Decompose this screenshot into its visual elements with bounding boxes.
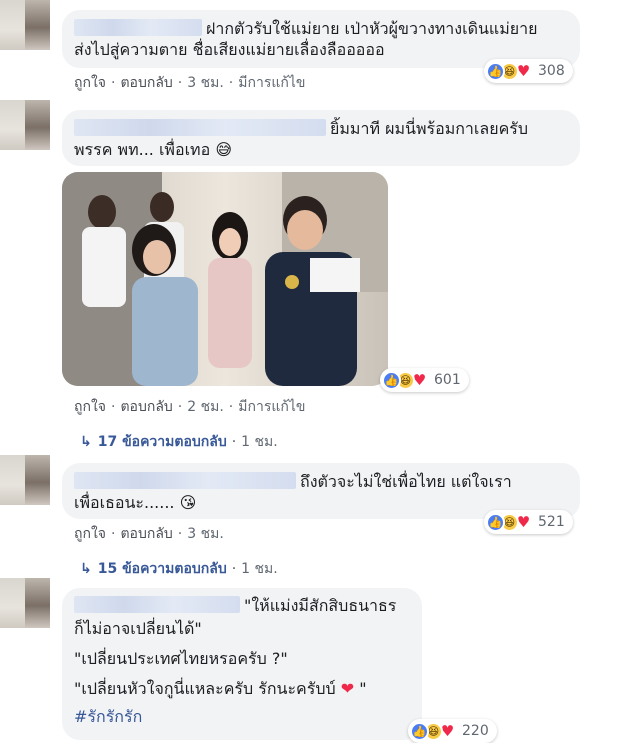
emoji-icon: 😅 <box>215 140 232 159</box>
commenter-avatar[interactable] <box>0 578 50 628</box>
reply-arrow-icon: ↳ <box>80 561 92 577</box>
view-replies[interactable]: ↳ 15 ข้อความตอบกลับ · 1 ชม. <box>80 558 278 580</box>
reaction-summary[interactable]: 👍 😆 ♥ 521 <box>484 510 573 534</box>
comment-actions: ถูกใจ · ตอบกลับ · 3 ชม. <box>74 526 224 542</box>
redacted-name[interactable] <box>74 596 240 613</box>
timestamp[interactable]: 3 ชม. <box>187 75 224 91</box>
reaction-count: 220 <box>462 723 489 739</box>
commenter-avatar[interactable] <box>0 455 50 505</box>
edited-label: มีการแก้ไข <box>238 75 306 91</box>
timestamp[interactable]: 3 ชม. <box>187 526 224 542</box>
comment-text: ยิ้มมาที ผมนี่พร้อมกาเลยครับ <box>330 119 529 138</box>
reaction-count: 308 <box>538 63 565 79</box>
comment-text: ถึงตัวจะไม่ใช่เพื่อไทย แต่ใจเรา <box>300 472 512 491</box>
replies-count-link[interactable]: 15 ข้อความตอบกลับ <box>98 561 227 577</box>
comment-text: "เปลี่ยนหัวใจกูนี่แหละครับ รักนะครับบ์ <box>74 679 336 698</box>
like-icon: 👍 <box>486 512 505 532</box>
comment-photo[interactable] <box>62 172 388 386</box>
reply-link[interactable]: ตอบกลับ <box>120 526 172 542</box>
timestamp[interactable]: 2 ชม. <box>187 399 224 415</box>
comment-text: "เปลี่ยนประเทศไทยหรอครับ ?" <box>74 649 288 668</box>
view-replies[interactable]: ↳ 17 ข้อความตอบกลับ · 1 ชม. <box>80 431 278 453</box>
replies-count-link[interactable]: 17 ข้อความตอบกลับ <box>98 434 227 450</box>
emoji-icon: 😘 <box>179 493 197 512</box>
heart-icon: ❤ <box>340 679 355 698</box>
commenter-avatar[interactable] <box>0 0 50 50</box>
reply-arrow-icon: ↳ <box>80 434 92 450</box>
comment-text: "ให้แม่งมีสักสิบธนาธร <box>244 596 397 615</box>
commenter-avatar[interactable] <box>0 100 50 150</box>
reaction-summary[interactable]: 👍 😆 ♥ 308 <box>484 59 573 83</box>
comment-actions: ถูกใจ · ตอบกลับ · 3 ชม. · มีการแก้ไข <box>74 75 306 91</box>
comment-bubble: ยิ้มมาที ผมนี่พร้อมกาเลยครับ พรรค พท... … <box>62 110 580 166</box>
like-icon: 👍 <box>486 61 505 81</box>
like-link[interactable]: ถูกใจ <box>74 399 106 415</box>
comment-bubble: "ให้แม่งมีสักสิบธนาธร ก็ไม่อาจเปลี่ยนได้… <box>62 588 422 740</box>
edited-label: มีการแก้ไข <box>238 399 306 415</box>
comment-text: ก็ไม่อาจเปลี่ยนได้" <box>74 619 202 638</box>
comment-text: " <box>359 679 367 698</box>
redacted-name[interactable] <box>74 19 202 36</box>
like-link[interactable]: ถูกใจ <box>74 526 106 542</box>
reaction-count: 521 <box>538 514 565 530</box>
reaction-summary[interactable]: 👍 😆 ♥ 601 <box>380 368 469 392</box>
reaction-summary[interactable]: 👍 😆 ♥ 220 <box>408 719 497 743</box>
comment-text: พรรค พท... เพื่อเทอ <box>74 140 211 159</box>
comment-actions: ถูกใจ · ตอบกลับ · 2 ชม. · มีการแก้ไข <box>74 399 306 415</box>
photo-image <box>62 172 388 386</box>
redacted-name[interactable] <box>74 472 296 489</box>
hashtag-link[interactable]: #รักรักรัก <box>74 707 142 726</box>
comment-text: ส่งไปสู่ความตาย ชื่อเสียงแม่ยายเลื่องลือ… <box>74 40 385 59</box>
reply-link[interactable]: ตอบกลับ <box>120 75 172 91</box>
redacted-name[interactable] <box>74 119 326 136</box>
comment-text: ฝากตัวรับใช้แม่ยาย เป่าหัวผู้ขวางทางเดิน… <box>206 19 538 38</box>
comment-text: เพื่อเธอนะ...... <box>74 493 175 512</box>
reaction-count: 601 <box>434 372 461 388</box>
replies-timestamp: 1 ชม. <box>241 434 278 450</box>
replies-timestamp: 1 ชม. <box>241 561 278 577</box>
like-link[interactable]: ถูกใจ <box>74 75 106 91</box>
like-icon: 👍 <box>410 721 429 741</box>
reply-link[interactable]: ตอบกลับ <box>120 399 172 415</box>
like-icon: 👍 <box>382 370 401 390</box>
